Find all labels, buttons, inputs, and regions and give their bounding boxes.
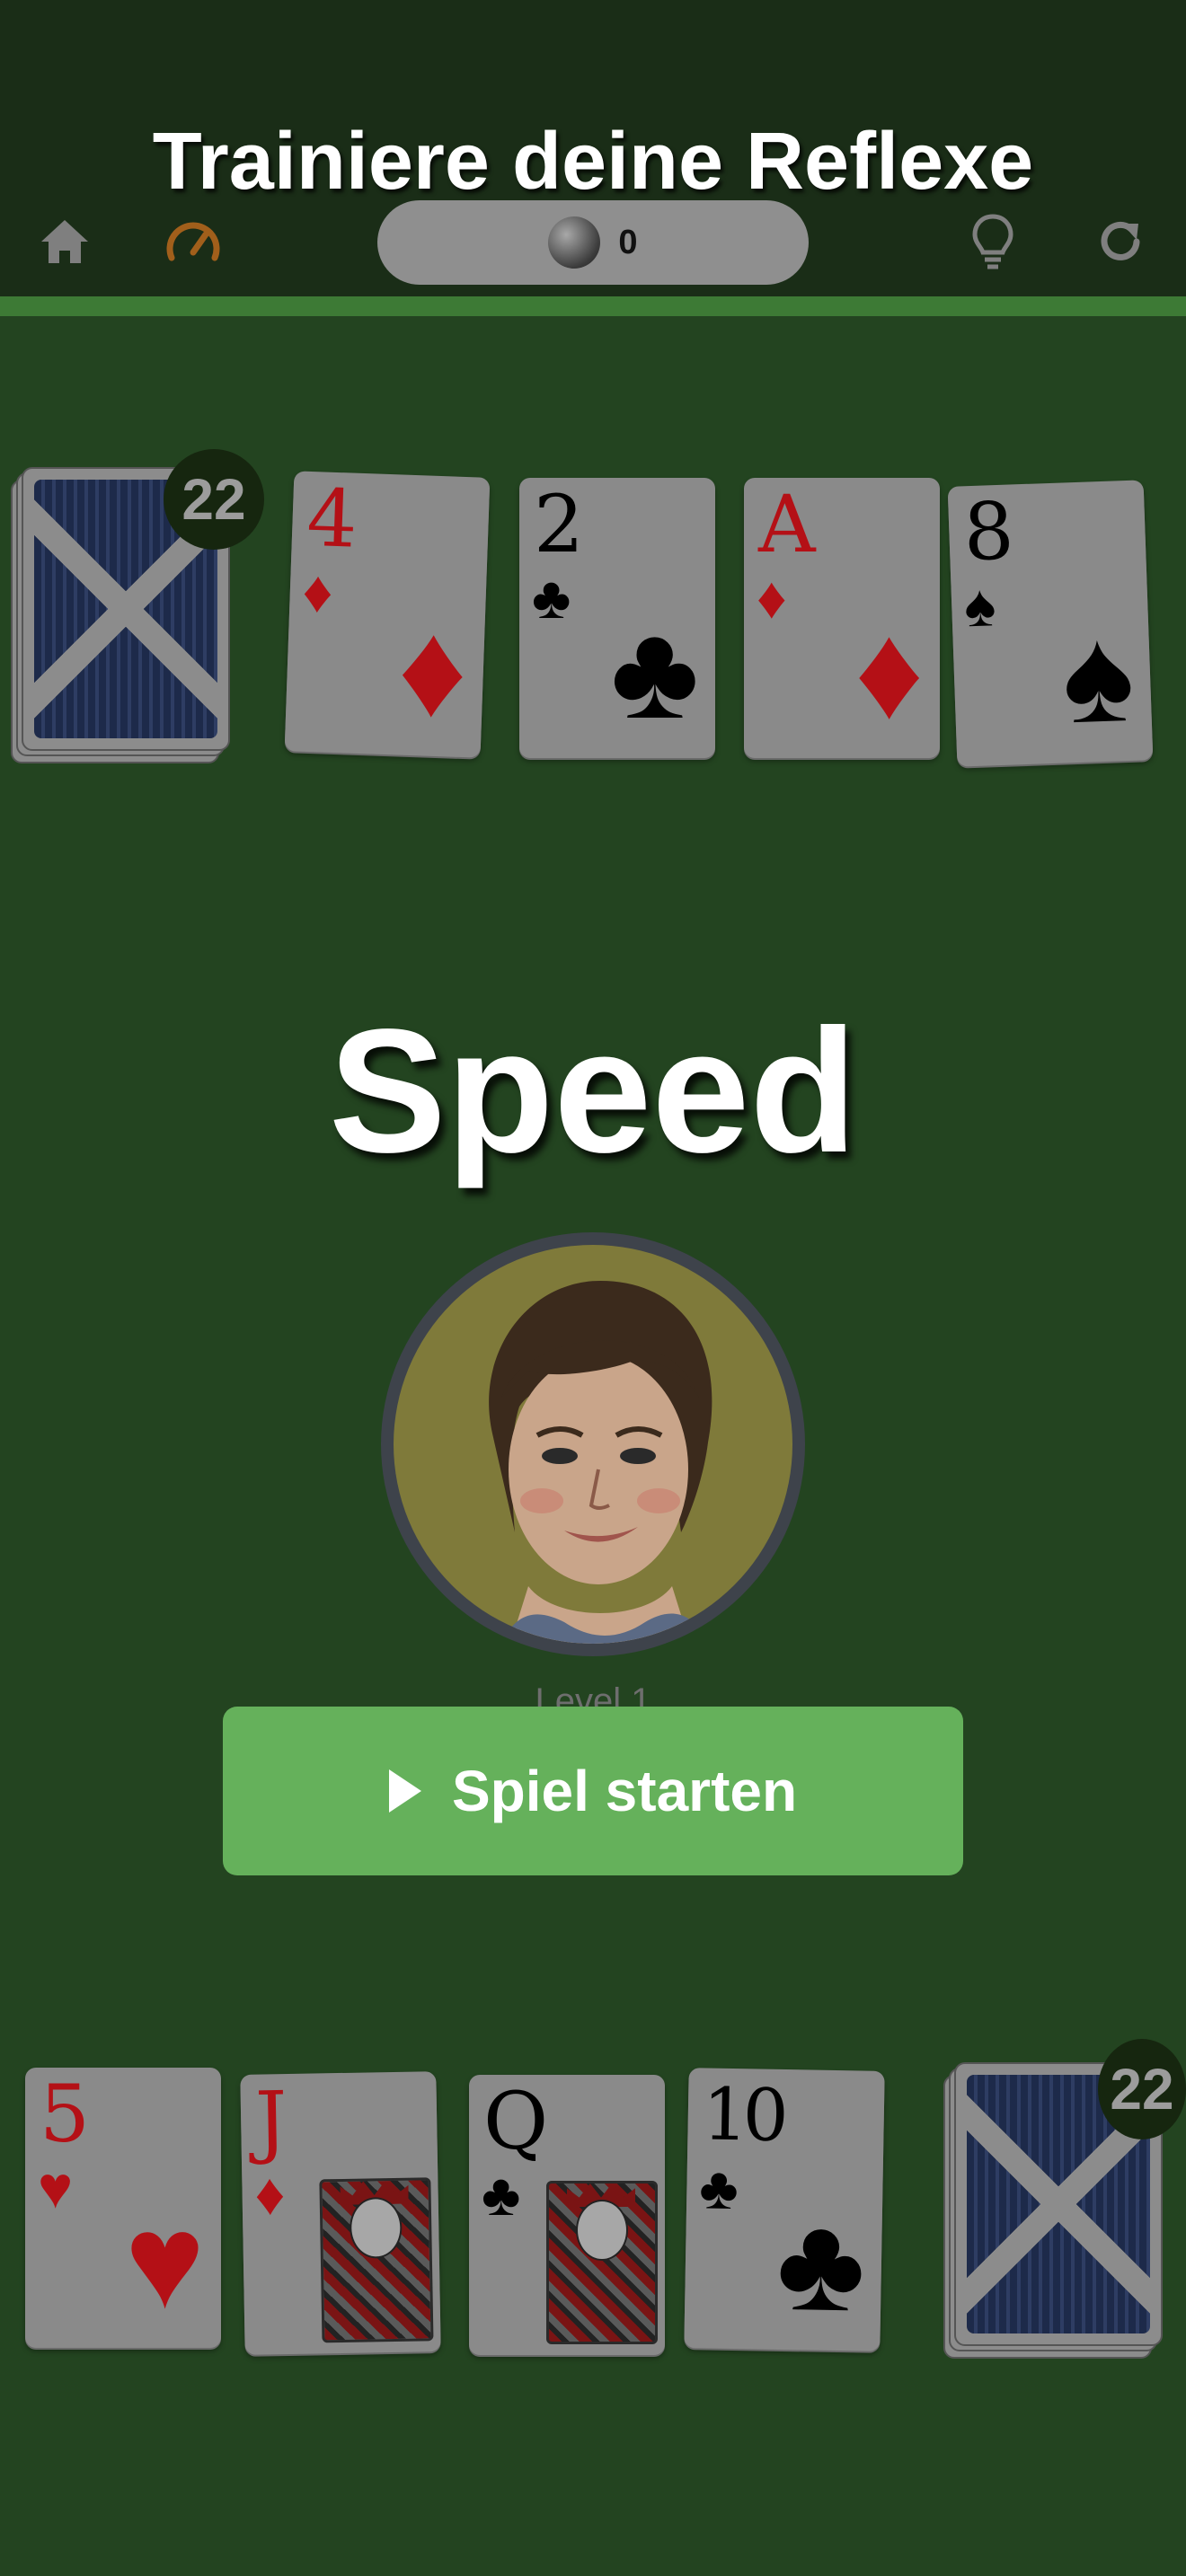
card-suit-large: ♦ xyxy=(854,595,924,746)
game-title: Speed xyxy=(328,992,858,1189)
card-suit-large: ♥ xyxy=(124,2185,205,2336)
jack-face-image xyxy=(319,2177,434,2343)
start-game-label: Spiel starten xyxy=(451,1759,798,1823)
player-card-1[interactable]: 5 ♥ ♥ xyxy=(25,2068,221,2348)
home-icon[interactable] xyxy=(34,214,95,269)
card-rank: 4 xyxy=(305,471,359,566)
coin-count: 0 xyxy=(618,223,638,261)
player-deck-count: 22 xyxy=(1098,2039,1186,2139)
opponent-card-1: 4 ♦ ♦ xyxy=(284,471,491,758)
card-rank: A xyxy=(758,478,816,570)
card-suit-large: ♣ xyxy=(610,595,699,746)
player-card-4[interactable]: 10 ♣ ♣ xyxy=(684,2068,885,2351)
opponent-deck-count: 22 xyxy=(164,449,264,550)
card-suit-small: ♦ xyxy=(757,564,787,631)
card-suit-small: ♣ xyxy=(698,2154,739,2222)
restart-icon[interactable] xyxy=(1091,212,1150,271)
speedometer-icon[interactable] xyxy=(162,214,225,269)
card-rank: Q xyxy=(483,2075,549,2167)
player-card-3[interactable]: Q ♣ xyxy=(469,2075,665,2355)
card-suit-small: ♥ xyxy=(38,2154,74,2220)
opponent-card-3: A ♦ ♦ xyxy=(744,478,940,758)
queen-face-image xyxy=(546,2181,658,2344)
card-rank: 5 xyxy=(40,2068,90,2160)
card-rank: J xyxy=(254,2074,288,2167)
coin-icon xyxy=(548,216,601,269)
card-suit-large: ♦ xyxy=(395,592,470,746)
card-suit-large: ♠ xyxy=(1059,597,1137,752)
card-rank: 10 xyxy=(702,2072,784,2157)
card-suit-small: ♣ xyxy=(482,2161,521,2228)
start-game-button[interactable]: Spiel starten xyxy=(223,1707,963,1875)
player-card-2[interactable]: J ♦ xyxy=(240,2071,441,2355)
opponent-avatar xyxy=(381,1232,805,1656)
top-bar-divider xyxy=(0,296,1186,316)
opponent-card-2: 2 ♣ ♣ xyxy=(519,478,715,758)
card-suit-small: ♣ xyxy=(532,564,571,631)
play-icon xyxy=(388,1769,421,1813)
lightbulb-icon[interactable] xyxy=(963,210,1022,273)
card-suit-small: ♦ xyxy=(253,2160,286,2228)
card-suit-small: ♠ xyxy=(962,571,997,640)
opponent-card-4: 8 ♠ ♠ xyxy=(947,480,1154,767)
coin-counter: 0 xyxy=(377,200,809,285)
promo-banner: Trainiere deine Reflexe xyxy=(152,117,1034,207)
card-suit-large: ♣ xyxy=(775,2186,867,2340)
card-rank: 8 xyxy=(961,484,1016,579)
card-rank: 2 xyxy=(534,478,584,570)
card-suit-small: ♦ xyxy=(301,557,334,625)
